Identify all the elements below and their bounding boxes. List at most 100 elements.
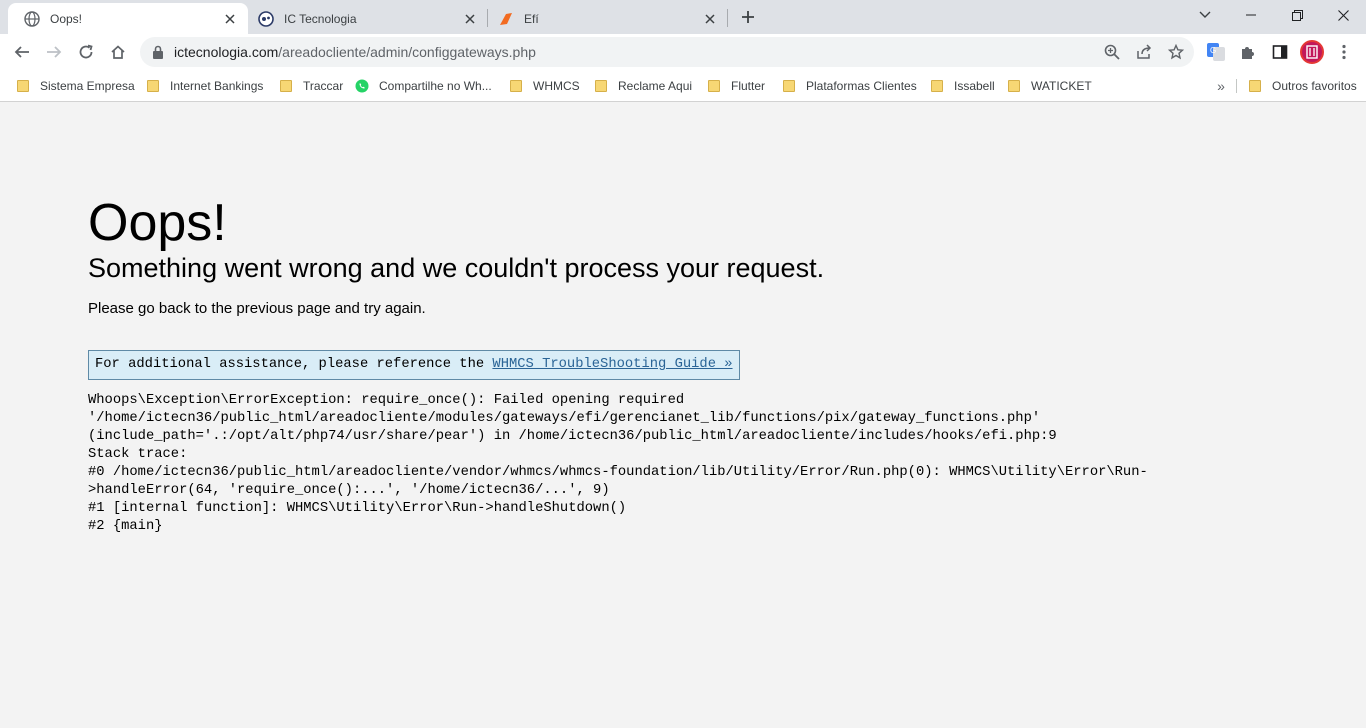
bookmark-label: Plataformas Clientes [806,79,917,93]
url-domain: ictecnologia.com [174,44,279,60]
bookmark-label: Traccar [303,79,344,93]
tab-title: IC Tecnologia [284,11,357,26]
trace-line: Stack trace: [88,447,188,462]
folder-icon [1248,79,1262,93]
browser-toolbar: ictecnologia.com/areadocliente/admin/con… [0,34,1366,70]
bookmark-label: Reclame Aqui [618,79,693,93]
share-icon[interactable] [1134,42,1154,62]
close-tab-icon[interactable] [702,11,718,27]
bookmark-waticket[interactable]: WATICKET [1007,77,1092,95]
home-button[interactable] [104,38,132,66]
svg-text:G: G [1210,46,1216,55]
more-bookmarks-button[interactable]: » [1212,77,1230,95]
error-heading: Oops! [88,194,227,252]
bookmark-issabell[interactable]: Issabell [930,77,995,95]
folder-icon [594,79,608,93]
profile-avatar[interactable] [1300,40,1324,64]
minimize-icon [1246,14,1256,16]
globe-icon [24,10,40,27]
folder-icon [146,79,160,93]
back-button[interactable] [8,38,36,66]
trace-line: >handleError(64, 'require_once():...', '… [88,483,610,498]
bookmark-traccar[interactable]: Traccar [279,77,343,95]
new-tab-button[interactable] [736,5,760,29]
close-tab-icon[interactable] [222,11,238,27]
tab-strip: Oops! IC Tecnologia Efí [0,0,1366,34]
close-icon [1337,9,1349,21]
assistance-box: For additional assistance, please refere… [88,350,740,380]
minimize-button[interactable] [1228,0,1274,30]
google-translate-extension-icon[interactable]: G [1204,40,1228,64]
url-path: /areadocliente/admin/configgateways.php [278,44,536,60]
error-subheading: Something went wrong and we couldn't pro… [88,253,825,283]
bookmark-label: Outros favoritos [1272,79,1357,93]
address-bar[interactable]: ictecnologia.com/areadocliente/admin/con… [140,37,1194,67]
bookmark-star-icon[interactable] [1166,42,1186,62]
tab-title: Efí [524,11,539,26]
ic-logo-icon [258,10,274,27]
browser-menu-button[interactable] [1332,40,1356,64]
tab-separator [727,9,728,27]
tab-title: Oops! [50,11,83,26]
trace-line: #0 /home/ictecn36/public_html/areadoclie… [88,465,1148,480]
tab-oops[interactable]: Oops! [8,3,248,34]
trace-line: Whoops\Exception\ErrorException: require… [88,393,685,408]
folder-icon [1007,79,1021,93]
bookmark-whmcs[interactable]: WHMCS [509,77,580,95]
folder-icon [930,79,944,93]
chevron-down-icon [1199,11,1211,18]
side-panel-icon[interactable] [1268,40,1292,64]
stack-trace: Whoops\Exception\ErrorException: require… [88,392,1148,536]
close-window-button[interactable] [1320,0,1366,30]
bookmark-label: Flutter [731,79,766,93]
bookmark-other-favorites[interactable]: Outros favoritos [1248,77,1357,95]
efi-logo-icon [498,11,514,27]
bookmark-label: Internet Bankings [170,79,264,93]
lock-icon[interactable] [150,44,166,60]
arrow-left-icon [14,46,29,58]
tab-efi[interactable]: Efí [482,3,728,34]
bookmark-reclame-aqui[interactable]: Reclame Aqui [594,77,692,95]
whatsapp-icon [355,79,369,93]
reload-button[interactable] [72,38,100,66]
bookmark-internet-bankings[interactable]: Internet Bankings [146,77,263,95]
close-tab-icon[interactable] [462,11,478,27]
bookmarks-bar: Sistema Empresa Internet Bankings Tracca… [0,70,1366,102]
restore-button[interactable] [1274,0,1320,30]
plus-icon [742,11,754,23]
error-instruction: Please go back to the previous page and … [88,300,426,317]
assistance-text: For additional assistance, please refere… [95,357,493,372]
zoom-icon[interactable] [1102,42,1122,62]
bookmark-sistema-empresa[interactable]: Sistema Empresa [16,77,135,95]
reload-icon [79,44,93,59]
bookmark-label: Compartilhe no Wh... [379,79,492,93]
bookmark-label: Issabell [954,79,995,93]
home-icon [111,45,125,59]
bookmark-label: WHMCS [533,79,580,93]
tab-search-button[interactable] [1182,0,1228,30]
extensions-puzzle-icon[interactable] [1236,40,1260,64]
arrow-right-icon [47,46,62,58]
bookmarks-separator [1236,79,1237,93]
bookmark-compartilhe-whatsapp[interactable]: Compartilhe no Wh... [355,77,492,95]
profile-logo-icon [1306,45,1318,59]
address-url[interactable]: ictecnologia.com/areadocliente/admin/con… [174,45,536,59]
bookmark-flutter[interactable]: Flutter [707,77,765,95]
forward-button[interactable] [40,38,68,66]
folder-icon [16,79,30,93]
error-page: Oops! Something went wrong and we couldn… [0,103,1366,728]
trace-line: (include_path='.:/opt/alt/php74/usr/shar… [88,429,1057,444]
tab-ic-tecnologia[interactable]: IC Tecnologia [242,3,488,34]
bookmark-label: WATICKET [1031,79,1092,93]
restore-icon [1291,9,1303,21]
trace-line: '/home/ictecn36/public_html/areadoclient… [88,411,1041,426]
kebab-menu-icon [1342,44,1346,60]
bookmark-plataformas-clientes[interactable]: Plataformas Clientes [782,77,917,95]
troubleshooting-guide-link[interactable]: WHMCS TroubleShooting Guide » [492,357,732,372]
folder-icon [782,79,796,93]
folder-icon [509,79,523,93]
folder-icon [279,79,293,93]
trace-line: #2 {main} [88,519,163,534]
folder-icon [707,79,721,93]
trace-line: #1 [internal function]: WHMCS\Utility\Er… [88,501,627,516]
